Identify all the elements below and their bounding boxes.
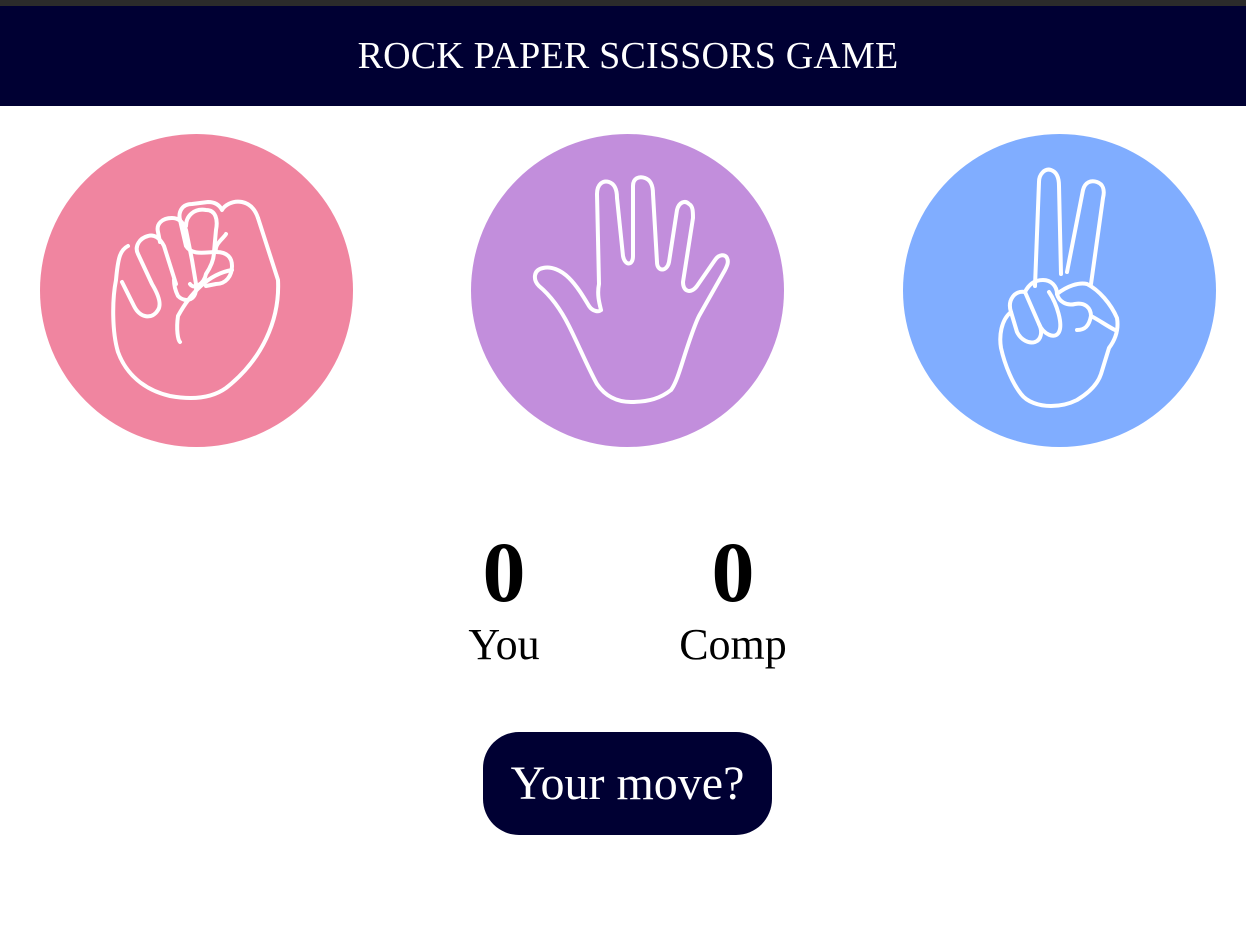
user-score-value: 0 <box>482 524 526 620</box>
game-header: ROCK PAPER SCISSORS GAME <box>0 6 1246 106</box>
comp-score-value: 0 <box>711 524 755 620</box>
paper-choice-button[interactable] <box>471 134 784 447</box>
open-hand-icon <box>471 134 784 447</box>
scissors-choice-button[interactable] <box>903 134 1216 447</box>
peace-sign-icon <box>903 134 1216 447</box>
rock-choice-button[interactable] <box>40 134 353 447</box>
user-score-panel: 0 You <box>414 522 594 670</box>
comp-score-panel: 0 Comp <box>643 522 823 670</box>
status-message-text: Your move? <box>510 757 745 810</box>
user-score-label: You <box>468 620 540 669</box>
comp-score-label: Comp <box>679 620 787 669</box>
status-message: Your move? <box>483 732 772 835</box>
fist-icon <box>40 134 353 447</box>
game-title: ROCK PAPER SCISSORS GAME <box>357 35 899 77</box>
